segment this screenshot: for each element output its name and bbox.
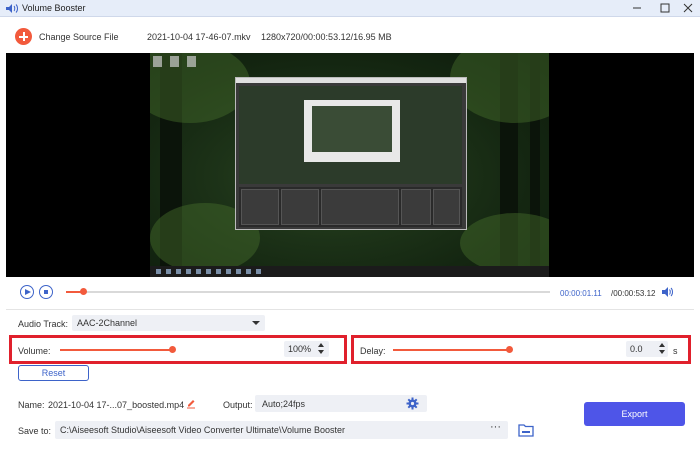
maximize-icon[interactable]	[657, 1, 673, 15]
name-label: Name:	[18, 400, 45, 410]
stepper-down-icon[interactable]	[318, 350, 324, 354]
title-bar: Volume Booster	[0, 0, 700, 17]
delay-unit: s	[673, 346, 678, 356]
audio-track-value: AAC-2Channel	[77, 318, 138, 328]
speaker-app-icon	[6, 4, 18, 13]
folder-icon[interactable]	[518, 423, 534, 437]
delay-slider[interactable]	[393, 349, 509, 351]
volume-stepper[interactable]	[317, 342, 325, 356]
play-button[interactable]	[20, 285, 34, 299]
delay-value: 0.0	[630, 344, 643, 354]
browse-button[interactable]: ···	[483, 421, 508, 439]
chevron-down-icon	[252, 321, 260, 325]
delay-slider-thumb[interactable]	[506, 346, 513, 353]
total-time: /00:00:53.12	[611, 289, 656, 298]
delay-label: Delay:	[360, 346, 386, 356]
output-file-name: 2021-10-04 17-...07_boosted.mp4	[48, 400, 185, 410]
output-label: Output:	[223, 400, 253, 410]
window-title: Volume Booster	[22, 3, 86, 13]
screen-recording-window	[235, 77, 467, 230]
source-file-meta: 1280x720/00:00:53.12/16.95 MB	[261, 32, 392, 42]
video-frame	[150, 53, 549, 277]
audio-track-select[interactable]: AAC-2Channel	[72, 315, 265, 331]
close-icon[interactable]	[680, 1, 696, 15]
stepper-down-icon[interactable]	[659, 350, 665, 354]
source-file-name: 2021-10-04 17-46-07.mkv	[147, 32, 251, 42]
volume-slider[interactable]	[60, 349, 172, 351]
gear-icon[interactable]	[406, 397, 419, 410]
reset-button[interactable]: Reset	[18, 365, 89, 381]
stepper-up-icon[interactable]	[318, 343, 324, 347]
volume-icon[interactable]	[661, 286, 673, 298]
add-source-icon[interactable]	[15, 28, 32, 45]
export-button[interactable]: Export	[584, 402, 685, 426]
minimize-icon[interactable]	[629, 1, 645, 15]
volume-slider-thumb[interactable]	[169, 346, 176, 353]
delay-stepper[interactable]	[658, 342, 666, 356]
taskbar	[150, 266, 549, 277]
save-to-label: Save to:	[18, 426, 52, 436]
output-format-select[interactable]: Auto;24fps	[255, 395, 427, 412]
audio-track-label: Audio Track:	[18, 319, 69, 329]
divider	[6, 309, 694, 310]
stop-button[interactable]	[39, 285, 53, 299]
seek-bar[interactable]	[66, 288, 550, 295]
seek-bar-thumb[interactable]	[80, 288, 87, 295]
stepper-up-icon[interactable]	[659, 343, 665, 347]
change-source-button[interactable]: Change Source File	[39, 32, 119, 42]
save-path-value: C:\Aiseesoft Studio\Aiseesoft Video Conv…	[60, 425, 345, 435]
output-format-value: Auto;24fps	[262, 399, 306, 409]
edit-icon[interactable]	[186, 398, 196, 409]
current-time: 00:00:01.11	[560, 289, 602, 298]
volume-label: Volume:	[18, 346, 51, 356]
save-path-field[interactable]: C:\Aiseesoft Studio\Aiseesoft Video Conv…	[55, 421, 508, 439]
volume-value: 100%	[288, 344, 312, 354]
